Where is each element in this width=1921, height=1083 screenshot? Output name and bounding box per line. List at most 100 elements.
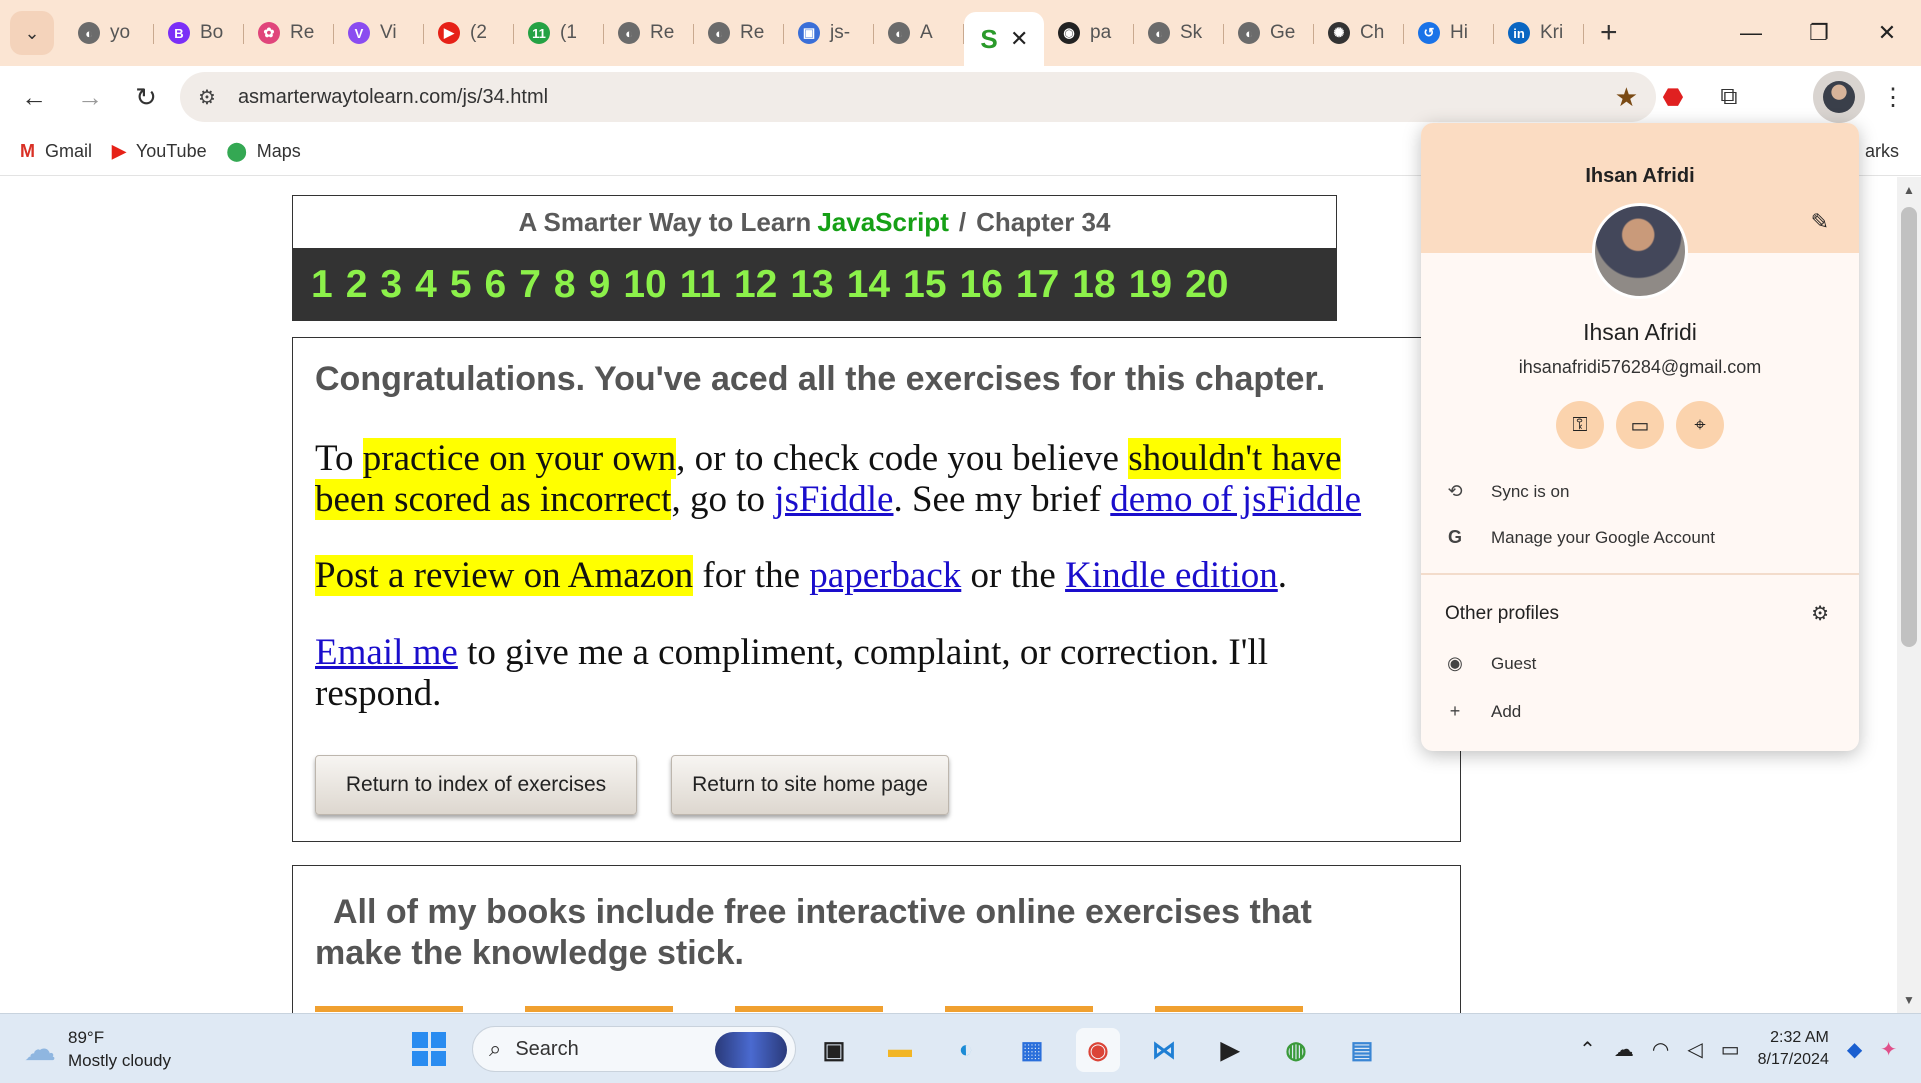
forward-button[interactable]: → (64, 71, 116, 123)
chapter-link[interactable]: 1 (311, 263, 333, 307)
site-info-icon[interactable]: ⚙ (198, 85, 216, 110)
tab[interactable]: ◐ Ge (1224, 12, 1314, 54)
notepad-icon[interactable]: ▤ (1340, 1028, 1384, 1072)
battery-icon[interactable]: ▭ (1721, 1037, 1740, 1062)
tab[interactable]: ◐ Sk (1134, 12, 1224, 54)
taskbar-search[interactable]: ⌕ Search (472, 1026, 796, 1072)
chapter-link[interactable]: 17 (1016, 263, 1059, 307)
wifi-icon[interactable]: ◠ (1652, 1037, 1669, 1062)
book-thumb[interactable] (315, 1006, 463, 1012)
chapter-link[interactable]: 13 (790, 263, 833, 307)
guest-profile-item[interactable]: ◉ Guest (1445, 653, 1536, 674)
new-tab-button[interactable]: + (1600, 16, 1618, 50)
tab[interactable]: in Kri (1494, 12, 1584, 54)
chapter-link[interactable]: 5 (450, 263, 472, 307)
url-text[interactable]: asmarterwaytolearn.com/js/34.html (238, 86, 548, 109)
edge-icon[interactable]: ◐ (944, 1028, 988, 1072)
tab[interactable]: ▶ (2 (424, 12, 514, 54)
key-icon[interactable]: ⚿ (1556, 401, 1604, 449)
volume-icon[interactable]: ◁ (1687, 1037, 1702, 1062)
tab[interactable]: ▣ js- (784, 12, 874, 54)
edit-pencil-icon[interactable]: ✎ (1811, 209, 1829, 235)
chapter-link[interactable]: 7 (519, 263, 541, 307)
tab[interactable]: ✺ Ch (1314, 12, 1404, 54)
chapter-link[interactable]: 20 (1185, 263, 1228, 307)
tab[interactable]: B Bo (154, 12, 244, 54)
chevron-up-icon[interactable]: ⌃ (1579, 1037, 1596, 1062)
chapter-link[interactable]: 14 (847, 263, 890, 307)
chapter-link[interactable]: 19 (1129, 263, 1172, 307)
chapter-link[interactable]: 9 (589, 263, 611, 307)
chrome-icon[interactable]: ◉ (1076, 1028, 1120, 1072)
file-explorer-icon[interactable]: ▬ (878, 1028, 922, 1072)
clock[interactable]: 2:32 AM 8/17/2024 (1758, 1027, 1829, 1071)
page-scrollbar[interactable]: ▲ ▼ (1897, 177, 1921, 1013)
tab[interactable]: ◐ Re (694, 12, 784, 54)
book-thumb[interactable] (735, 1006, 883, 1012)
copilot-icon[interactable]: ✦ (1880, 1037, 1897, 1062)
scroll-down-icon[interactable]: ▼ (1903, 993, 1915, 1007)
weather-widget[interactable]: ☁ 89°F Mostly cloudy (24, 1026, 171, 1072)
all-bookmarks-label[interactable]: arks (1865, 141, 1899, 162)
menu-kebab-icon[interactable]: ⋮ (1865, 71, 1921, 123)
tab[interactable]: ◉ pa (1044, 12, 1134, 54)
tab[interactable]: ◐ A (874, 12, 964, 54)
tab[interactable]: ✿ Re (244, 12, 334, 54)
minimize-button[interactable]: — (1717, 0, 1785, 66)
extensions-puzzle-icon[interactable]: ⧉ (1701, 71, 1757, 123)
tab[interactable]: ◐ yo (64, 12, 154, 54)
tab-active[interactable]: S ✕ (964, 12, 1044, 66)
tab-search-button[interactable]: ⌄ (10, 11, 54, 55)
return-home-button[interactable]: Return to site home page (671, 755, 949, 815)
store-icon[interactable]: ▦ (1010, 1028, 1054, 1072)
tab[interactable]: 11 (1 (514, 12, 604, 54)
chapter-link[interactable]: 10 (623, 263, 666, 307)
chapter-link[interactable]: 15 (903, 263, 946, 307)
bookmark-item[interactable]: M Gmail (20, 141, 92, 162)
start-button[interactable] (412, 1032, 446, 1066)
bookmark-star-icon[interactable]: ★ (1615, 82, 1638, 113)
tab[interactable]: ↺ Hi (1404, 12, 1494, 54)
reload-button[interactable]: ↻ (120, 71, 172, 123)
address-bar[interactable]: ⚙ asmarterwaytolearn.com/js/34.html ★ (180, 72, 1656, 122)
paperback-link[interactable]: paperback (809, 555, 961, 596)
location-pin-icon[interactable]: ⌖ (1676, 401, 1724, 449)
book-thumb[interactable] (525, 1006, 673, 1012)
chapter-link[interactable]: 6 (485, 263, 507, 307)
bookmark-item[interactable]: ▶ YouTube (112, 141, 207, 162)
sync-item[interactable]: ⟲ Sync is on (1445, 481, 1569, 502)
email-link[interactable]: Email me (315, 632, 458, 673)
add-profile-item[interactable]: + Add (1445, 701, 1522, 722)
jsfiddle-demo-link[interactable]: demo of jsFiddle (1110, 479, 1361, 520)
restore-button[interactable]: ❐ (1785, 0, 1853, 66)
close-tab-icon[interactable]: ✕ (1010, 26, 1028, 52)
chapter-link[interactable]: 3 (380, 263, 402, 307)
media-player-icon[interactable]: ▶ (1208, 1028, 1252, 1072)
globe-app-icon[interactable]: ◍ (1274, 1028, 1318, 1072)
task-view-icon[interactable]: ▣ (812, 1028, 856, 1072)
tab[interactable]: ◐ Re (604, 12, 694, 54)
profile-button[interactable] (1813, 71, 1865, 123)
chapter-link[interactable]: 8 (554, 263, 576, 307)
gear-icon[interactable]: ⚙ (1811, 601, 1829, 626)
bell-icon[interactable]: ◆ (1847, 1037, 1862, 1062)
chapter-link[interactable]: 16 (960, 263, 1003, 307)
chapter-link[interactable]: 2 (346, 263, 368, 307)
book-thumb[interactable] (945, 1006, 1093, 1012)
chapter-link[interactable]: 11 (680, 263, 721, 307)
vscode-icon[interactable]: ⋈ (1142, 1028, 1186, 1072)
chapter-link[interactable]: 12 (734, 263, 777, 307)
close-window-button[interactable]: ✕ (1853, 0, 1921, 66)
scroll-up-icon[interactable]: ▲ (1903, 183, 1915, 197)
credit-card-icon[interactable]: ▭ (1616, 401, 1664, 449)
manage-account-item[interactable]: G Manage your Google Account (1445, 527, 1715, 548)
extension-shield-icon[interactable]: ⬣ (1645, 71, 1701, 123)
back-button[interactable]: ← (8, 71, 60, 123)
cloud-off-icon[interactable]: ☁ (1614, 1037, 1634, 1062)
bookmark-item[interactable]: ⬤ Maps (227, 141, 301, 162)
chapter-link[interactable]: 18 (1072, 263, 1115, 307)
book-thumb[interactable] (1155, 1006, 1303, 1012)
return-index-button[interactable]: Return to index of exercises (315, 755, 637, 815)
jsfiddle-link[interactable]: jsFiddle (774, 479, 893, 520)
tab[interactable]: V Vi (334, 12, 424, 54)
